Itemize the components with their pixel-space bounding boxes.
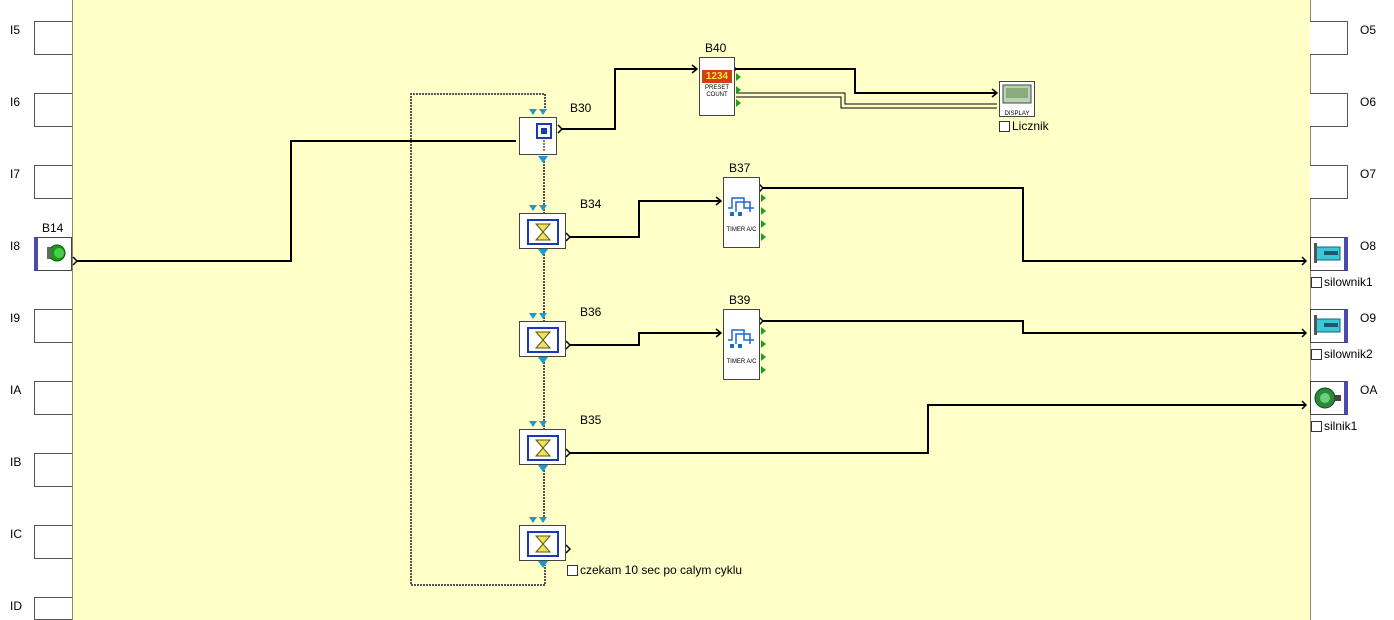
- wire-b40-display-3[interactable]: [736, 96, 997, 109]
- display-caption: DISPLAY: [1004, 111, 1030, 117]
- hourglass-icon: [527, 435, 559, 461]
- comment-checkbox[interactable]: [567, 565, 578, 577]
- timer-step-block-final[interactable]: [519, 525, 566, 561]
- step-input-pins-icon: [529, 517, 547, 523]
- step-output-pin-icon: [538, 561, 548, 568]
- wire-layer: [72, 64, 1308, 586]
- hourglass-icon: [527, 219, 559, 245]
- step-output-pin-icon: [538, 249, 548, 256]
- block-label-b35: B35: [580, 413, 602, 427]
- timer-ac-icon: [728, 329, 754, 348]
- block-label-b39: B39: [729, 293, 751, 307]
- hourglass-icon: [527, 327, 559, 353]
- timer-step-block-b35[interactable]: [519, 429, 566, 465]
- timer-ac-icon: [728, 197, 754, 216]
- wire-b40-display-2[interactable]: [736, 92, 997, 105]
- block-label-b37: B37: [729, 161, 751, 175]
- wire-b14-b30[interactable]: [76, 140, 516, 262]
- preset-counter-block[interactable]: 1234 PRESET COUNT: [699, 57, 735, 116]
- timer-ac-block-b39[interactable]: TIMER A/C: [723, 309, 760, 380]
- comment-checkbox[interactable]: [999, 121, 1010, 133]
- timer-ac-block-b37[interactable]: TIMER A/C: [723, 177, 760, 248]
- hourglass-icon: [527, 531, 559, 557]
- wire-b39-o9[interactable]: [763, 320, 1306, 334]
- timer-caption: TIMER A/C: [726, 227, 757, 233]
- counter-output-pins-icon: [736, 73, 741, 107]
- timer-caption: TIMER A/C: [726, 359, 757, 365]
- counter-label-line1: PRESET: [704, 85, 729, 91]
- sequence-step-icon: [536, 123, 552, 152]
- block-label-b30: B30: [570, 101, 592, 115]
- step-input-pins-icon: [529, 421, 547, 427]
- timer-output-pins-icon: [761, 194, 766, 241]
- lcd-display-icon: [1002, 84, 1032, 104]
- comment-text: czekam 10 sec po calym cyklu: [580, 563, 743, 577]
- wire-b30-b40[interactable]: [562, 68, 697, 130]
- comment-licznik[interactable]: Licznik: [999, 119, 1049, 133]
- block-label-b34: B34: [580, 197, 602, 211]
- sequence-input-pins-icon: [529, 109, 547, 115]
- wire-b40-display[interactable]: [736, 68, 997, 94]
- counter-digits: 1234: [702, 70, 732, 83]
- block-label-b40: B40: [705, 41, 727, 55]
- comment-text: Licznik: [1012, 119, 1049, 133]
- pin-markers: [72, 64, 1308, 554]
- step-input-pins-icon: [529, 205, 547, 211]
- comment-final-timer[interactable]: czekam 10 sec po calym cyklu: [567, 563, 742, 577]
- counter-label-line2: COUNT: [706, 92, 728, 98]
- timer-step-block-b36[interactable]: [519, 321, 566, 357]
- step-output-pin-icon: [538, 357, 548, 364]
- wire-b35-oa[interactable]: [570, 404, 1306, 454]
- text-display-block[interactable]: DISPLAY: [999, 81, 1035, 117]
- block-label-b36: B36: [580, 305, 602, 319]
- timer-output-pins-icon: [761, 327, 766, 374]
- step-input-pins-icon: [529, 313, 547, 319]
- timer-step-block-b34[interactable]: [519, 213, 566, 249]
- wire-b36-b39[interactable]: [570, 332, 721, 346]
- wire-b37-o8[interactable]: [763, 187, 1306, 262]
- sequence-output-pin-icon: [538, 156, 548, 163]
- step-output-pin-icon: [538, 465, 548, 472]
- sequence-start-block[interactable]: [519, 117, 557, 155]
